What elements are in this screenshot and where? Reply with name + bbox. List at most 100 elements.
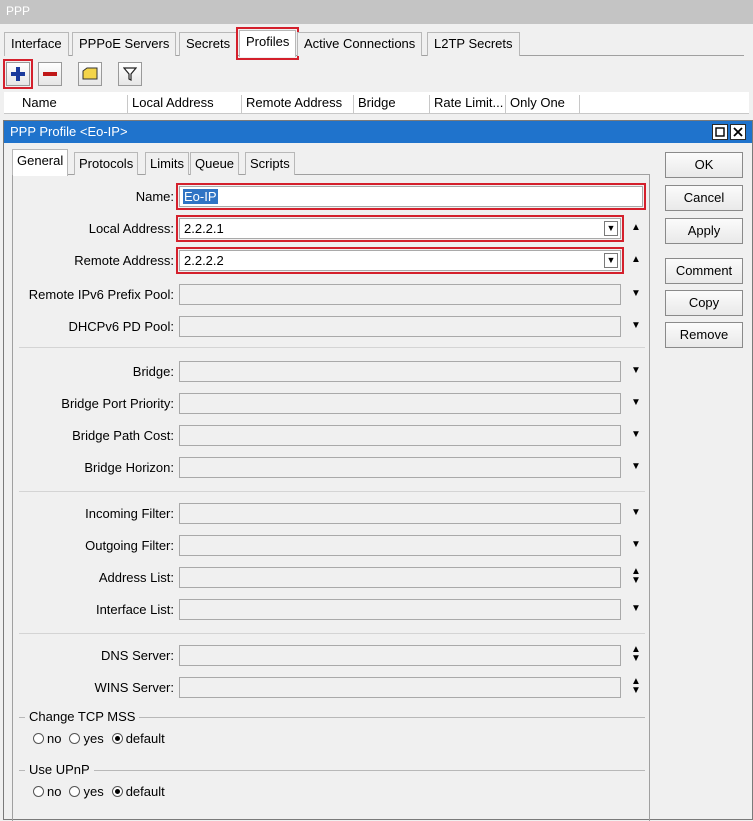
restore-window-button[interactable] [712, 124, 728, 140]
remote-address-collapse[interactable]: ▲ [629, 253, 643, 267]
chevron-down-icon: ▼ [631, 397, 641, 408]
interface-list-label: Interface List: [95, 602, 174, 617]
interface-list-input[interactable] [179, 599, 621, 620]
cancel-button[interactable]: Cancel [665, 185, 743, 211]
bridge-horizon-dropdown[interactable]: ▼ [629, 460, 643, 474]
remote-address-dropdown[interactable]: ▼ [604, 253, 618, 268]
chevron-down-icon: ▼ [631, 461, 641, 472]
dhcpv6-pd-pool-dropdown[interactable]: ▼ [629, 319, 643, 333]
dhcpv6-pd-pool-input[interactable] [179, 316, 621, 337]
tab-queue[interactable]: Queue [190, 152, 240, 175]
bridge-port-priority-dropdown[interactable]: ▼ [629, 396, 643, 410]
use-upnp-default[interactable]: default [111, 784, 165, 799]
spin-arrows-icon: ▲ ▼ [631, 676, 641, 696]
local-address-dropdown[interactable]: ▼ [604, 221, 618, 236]
comment-icon [82, 67, 98, 80]
remove-button[interactable]: Remove [665, 322, 743, 348]
use-upnp-group: Use UPnP [19, 762, 645, 777]
address-list-spin[interactable]: ▲ ▼ [629, 567, 643, 586]
tab-general[interactable]: General [12, 149, 69, 176]
dhcpv6-pd-pool-label: DHCPv6 PD Pool: [68, 319, 174, 334]
ppp-window-titlebar [0, 0, 753, 24]
name-input[interactable]: Eo-IP [176, 183, 646, 210]
interface-list-dropdown[interactable]: ▼ [629, 602, 643, 616]
tab-pppoe-servers[interactable]: PPPoE Servers [72, 32, 177, 56]
tab-l2tp-secrets[interactable]: L2TP Secrets [427, 32, 520, 56]
use-upnp-no[interactable]: no [33, 784, 61, 799]
toolbar [3, 59, 744, 90]
tab-scripts[interactable]: Scripts [245, 152, 295, 175]
spin-arrows-icon: ▲ ▼ [631, 644, 641, 664]
tab-limits[interactable]: Limits [145, 152, 189, 175]
add-button[interactable] [3, 59, 33, 89]
name-value: Eo-IP [183, 189, 218, 204]
bridge-path-cost-input[interactable] [179, 425, 621, 446]
bridge-label: Bridge: [132, 364, 174, 379]
tab-interface[interactable]: Interface [4, 32, 69, 56]
change-tcp-mss-default[interactable]: default [111, 731, 165, 746]
use-upnp-options: no yes default [33, 784, 165, 799]
use-upnp-yes[interactable]: yes [69, 784, 104, 799]
outgoing-filter-input[interactable] [179, 535, 621, 556]
incoming-filter-label: Incoming Filter: [85, 506, 174, 521]
bridge-port-priority-label: Bridge Port Priority: [61, 396, 174, 411]
bridge-path-cost-dropdown[interactable]: ▼ [629, 428, 643, 442]
filter-button[interactable] [118, 62, 142, 86]
local-address-collapse[interactable]: ▲ [629, 221, 643, 235]
local-address-input[interactable]: 2.2.2.1 ▼ [176, 215, 624, 242]
option-label: default [125, 731, 165, 746]
column-bridge[interactable]: Bridge [354, 95, 430, 113]
incoming-filter-dropdown[interactable]: ▼ [629, 506, 643, 520]
column-only-one[interactable]: Only One [506, 95, 580, 113]
chevron-down-icon: ▼ [631, 507, 641, 518]
minus-icon [43, 72, 57, 76]
outgoing-filter-dropdown[interactable]: ▼ [629, 538, 643, 552]
remote-ipv6-prefix-pool-dropdown[interactable]: ▼ [629, 287, 643, 301]
dns-server-input[interactable] [179, 645, 621, 666]
chevron-down-icon: ▼ [631, 429, 641, 440]
comment-button[interactable] [78, 62, 102, 86]
copy-button[interactable]: Copy [665, 290, 743, 316]
dialog-tab-bar: General Protocols Limits Queue Scripts [12, 149, 650, 176]
ppp-window-title: PPP [6, 4, 31, 18]
tab-protocols[interactable]: Protocols [74, 152, 139, 175]
close-window-button[interactable] [730, 124, 746, 140]
wins-server-input[interactable] [179, 677, 621, 698]
chevron-down-icon: ▼ [631, 320, 641, 331]
option-label: yes [83, 731, 104, 746]
radio-icon [69, 733, 81, 744]
remote-ipv6-prefix-pool-input[interactable] [179, 284, 621, 305]
column-remote-address[interactable]: Remote Address [242, 95, 354, 113]
wins-server-spin[interactable]: ▲ ▼ [629, 677, 643, 696]
remove-button[interactable] [38, 62, 62, 86]
bridge-horizon-input[interactable] [179, 457, 621, 478]
group-rule [19, 770, 645, 771]
remote-address-input[interactable]: 2.2.2.2 ▼ [176, 247, 624, 274]
tab-active-connections[interactable]: Active Connections [297, 32, 423, 56]
change-tcp-mss-no[interactable]: no [33, 731, 61, 746]
radio-selected-icon [111, 786, 123, 797]
chevron-down-icon: ▼ [606, 223, 616, 233]
chevron-down-icon: ▼ [631, 288, 641, 299]
column-name[interactable]: Name [18, 95, 128, 113]
filter-icon [123, 67, 137, 81]
incoming-filter-input[interactable] [179, 503, 621, 524]
column-rate-limit[interactable]: Rate Limit... [430, 95, 506, 113]
bridge-dropdown[interactable]: ▼ [629, 364, 643, 378]
address-list-input[interactable] [179, 567, 621, 588]
comment-button[interactable]: Comment [665, 258, 743, 284]
bridge-input[interactable] [179, 361, 621, 382]
tab-profiles[interactable]: Profiles [235, 27, 300, 60]
change-tcp-mss-yes[interactable]: yes [69, 731, 104, 746]
chevron-up-icon: ▲ [631, 222, 641, 233]
ok-button[interactable]: OK [665, 152, 743, 178]
apply-button[interactable]: Apply [665, 218, 743, 244]
tab-secrets[interactable]: Secrets [179, 32, 238, 56]
general-panel: Name: Eo-IP Local Address: 2.2.2.1 ▼ ▲ R… [12, 175, 650, 821]
chevron-down-icon: ▼ [631, 603, 641, 614]
option-label: no [47, 784, 62, 799]
bridge-port-priority-input[interactable] [179, 393, 621, 414]
dns-server-spin[interactable]: ▲ ▼ [629, 645, 643, 664]
option-label: default [125, 784, 165, 799]
column-local-address[interactable]: Local Address [128, 95, 242, 113]
